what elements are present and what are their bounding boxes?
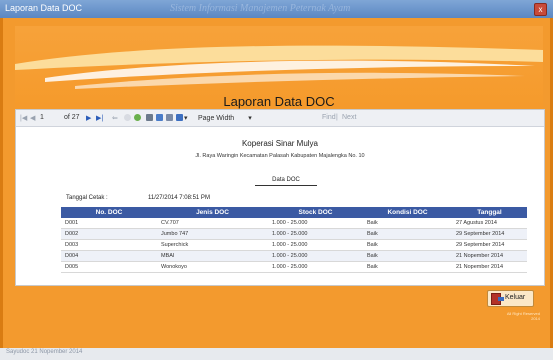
current-page-input[interactable]: 1 [40, 114, 44, 121]
background-app-title: Sistem Informasi Manajemen Peternak Ayam [170, 3, 351, 14]
chevron-down-icon: ▾ [248, 115, 252, 122]
previous-page-icon[interactable]: ◀ [30, 114, 35, 122]
table-cell: Baik [363, 239, 452, 251]
table-cell: 21 Nopember 2014 [452, 261, 527, 273]
company-address: Jl. Raya Waringin Kecamatan Palasah Kabu… [195, 153, 365, 159]
table-cell: 1.000 - 25.000 [268, 228, 363, 240]
table-cell: D005 [61, 261, 157, 273]
column-header: Tanggal [452, 207, 527, 218]
table-cell: CV.707 [157, 218, 268, 229]
table-cell: 27 Agustus 2014 [452, 218, 527, 229]
copyright-text: All Right Reserved 2014 [478, 311, 540, 321]
window-title-bar: Laporan Data DOC Sistem Informasi Manaje… [0, 0, 553, 19]
close-icon: x [538, 5, 543, 14]
keluar-label: Keluar [505, 294, 526, 301]
column-header: No. DOC [61, 207, 157, 218]
table-cell: D003 [61, 239, 157, 251]
table-cell: Superchick [157, 239, 268, 251]
export-icon[interactable] [176, 114, 183, 121]
print-icon[interactable] [146, 114, 153, 121]
keluar-button[interactable]: Keluar [487, 290, 534, 307]
company-name: Koperasi Sinar Mulya [241, 139, 319, 148]
exit-door-icon [491, 293, 504, 305]
status-bar: Sayudoc 21 Nopember 2014 [0, 348, 553, 360]
print-date-label: Tanggal Cetak : [66, 195, 108, 201]
table-cell: 29 September 2014 [452, 239, 527, 251]
table-row: D001 CV.707 1.000 - 25.000 Baik 27 Agust… [61, 218, 527, 229]
report-toolbar: |◀ ◀ 1 of 27 ▶ ▶| ⇐ ▾ Page Width ▾ Find |… [16, 110, 544, 127]
toolbar-separator: | [336, 114, 338, 121]
page-total: of 27 [64, 114, 80, 121]
table-cell: D004 [61, 250, 157, 262]
doc-table: No. DOC Jenis DOC Stock DOC Kondisi DOC … [61, 207, 527, 273]
table-cell: 29 September 2014 [452, 228, 527, 240]
table-row: D003 Superchick 1.000 - 25.000 Baik 29 S… [61, 239, 527, 251]
find-link[interactable]: Find [322, 114, 336, 121]
rights-year: 2014 [531, 316, 540, 321]
header-banner: Laporan Data DOC [15, 26, 543, 109]
table-cell: D002 [61, 228, 157, 240]
zoom-select[interactable]: Page Width ▾ [198, 114, 252, 122]
table-cell: 1.000 - 25.000 [268, 261, 363, 273]
table-cell: MBAI [157, 250, 268, 262]
table-row: D004 MBAI 1.000 - 25.000 Baik 21 Nopembe… [61, 250, 527, 262]
table-cell: Jumbo 747 [157, 228, 268, 240]
export-dropdown-icon[interactable]: ▾ [184, 114, 188, 122]
page-title: Laporan Data DOC [223, 94, 335, 109]
next-link[interactable]: Next [342, 114, 356, 121]
print-layout-icon[interactable] [156, 114, 163, 121]
refresh-icon[interactable] [134, 114, 141, 121]
table-cell: Wonokoyo [157, 261, 268, 273]
status-text: Sayudoc 21 Nopember 2014 [6, 349, 83, 355]
table-cell: 1.000 - 25.000 [268, 250, 363, 262]
window-title: Laporan Data DOC [5, 3, 83, 13]
close-button[interactable]: x [534, 3, 547, 16]
last-page-icon[interactable]: ▶| [96, 114, 103, 122]
column-header: Kondisi DOC [363, 207, 452, 218]
zoom-value: Page Width [198, 115, 235, 122]
report-viewer: |◀ ◀ 1 of 27 ▶ ▶| ⇐ ▾ Page Width ▾ Find |… [15, 109, 545, 286]
table-cell: 1.000 - 25.000 [268, 239, 363, 251]
table-cell: 21 Nopember 2014 [452, 250, 527, 262]
stop-icon[interactable] [124, 114, 131, 121]
table-row: D005 Wonokoyo 1.000 - 25.000 Baik 21 Nop… [61, 261, 527, 273]
first-page-icon[interactable]: |◀ [20, 114, 27, 122]
table-header-row: No. DOC Jenis DOC Stock DOC Kondisi DOC … [61, 207, 527, 218]
table-cell: Baik [363, 250, 452, 262]
table-cell: Baik [363, 228, 452, 240]
report-body: Koperasi Sinar Mulya Jl. Raya Waringin K… [16, 127, 544, 285]
print-date-value: 11/27/2014 7:08:51 PM [148, 195, 210, 201]
next-page-icon[interactable]: ▶ [86, 114, 91, 122]
column-header: Stock DOC [268, 207, 363, 218]
table-cell: Baik [363, 218, 452, 229]
page-setup-icon[interactable] [166, 114, 173, 121]
table-cell: D001 [61, 218, 157, 229]
table-cell: 1.000 - 25.000 [268, 218, 363, 229]
back-icon[interactable]: ⇐ [112, 114, 118, 122]
table-row: D002 Jumbo 747 1.000 - 25.000 Baik 29 Se… [61, 228, 527, 240]
column-header: Jenis DOC [157, 207, 268, 218]
form-frame: Laporan Data DOC |◀ ◀ 1 of 27 ▶ ▶| ⇐ ▾ P… [0, 18, 553, 348]
report-subtitle: Data DOC [255, 177, 317, 186]
table-cell: Baik [363, 261, 452, 273]
